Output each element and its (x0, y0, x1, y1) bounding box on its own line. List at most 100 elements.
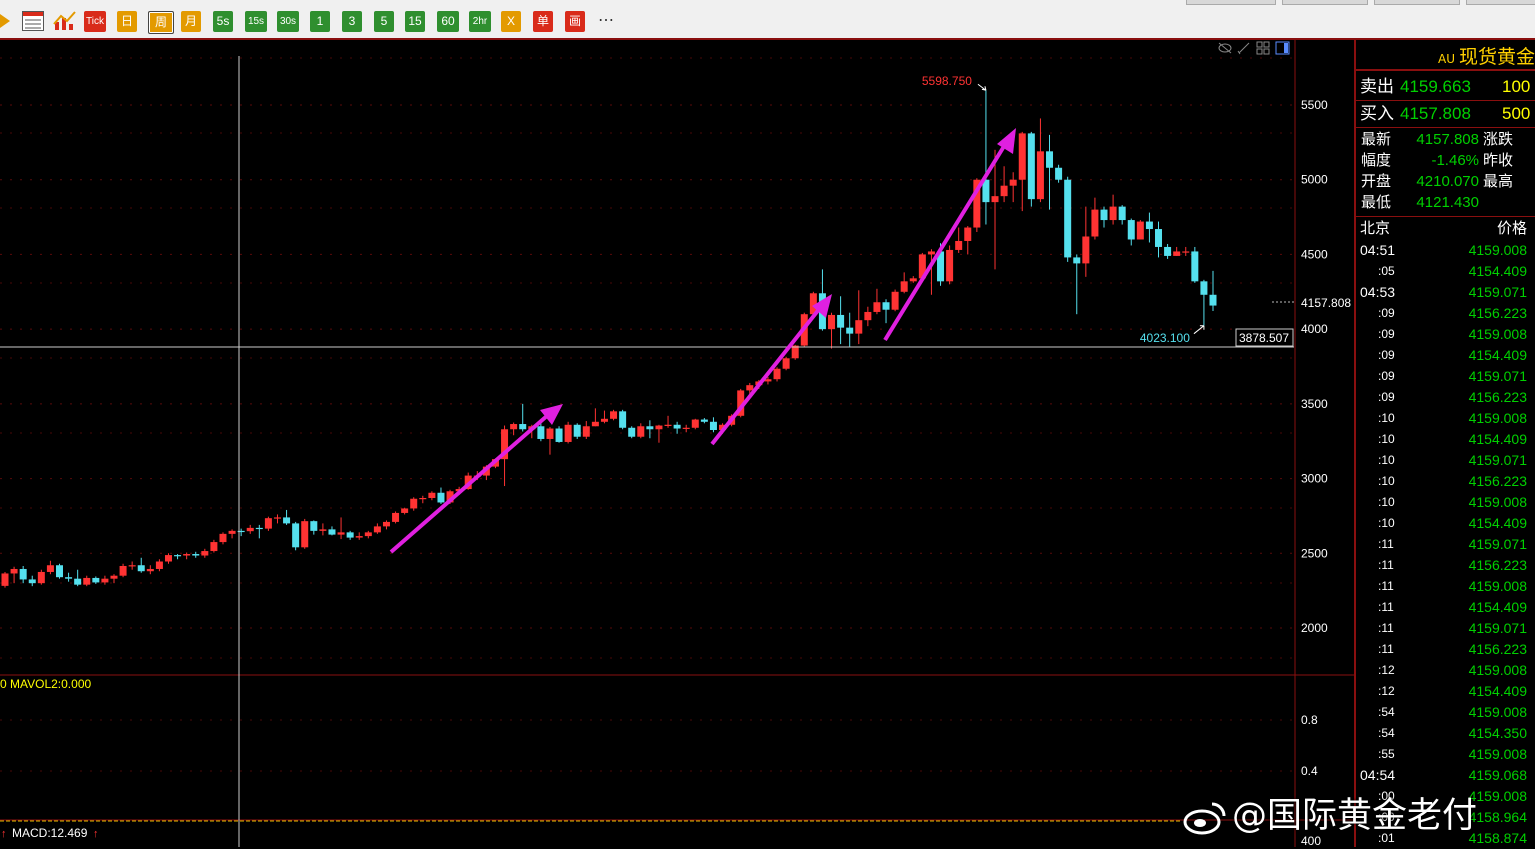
tick-price: 4154.350 (1468, 725, 1527, 741)
period-button-h2[interactable]: 2hr (469, 11, 491, 32)
grid-icon[interactable] (1256, 41, 1270, 55)
candle-body (92, 577, 100, 583)
sell-row[interactable]: 卖出 4159.663 100 (1360, 74, 1530, 100)
period-button-m5[interactable]: 5 (374, 11, 394, 32)
chart-tool-icon[interactable] (0, 12, 12, 30)
candle-body (673, 424, 681, 429)
tick-row[interactable]: :10 4154.409 (1356, 429, 1535, 450)
tick-row[interactable]: :11 4154.409 (1356, 597, 1535, 618)
tick-row[interactable]: :54 4159.008 (1356, 702, 1535, 723)
stat-value: 4210.070 (1416, 173, 1479, 190)
tick-time: :10 (1378, 516, 1395, 530)
period-button-m3[interactable]: 3 (342, 11, 362, 32)
period-button-day[interactable]: 日 (117, 11, 137, 32)
tick-price: 4159.071 (1468, 452, 1527, 468)
trend-chart-icon[interactable] (53, 10, 77, 32)
period-button-m1[interactable]: 1 (310, 11, 330, 32)
period-button-s15[interactable]: 15s (245, 11, 267, 32)
low-pointer (1193, 325, 1205, 335)
stat-label: 昨收 (1483, 151, 1514, 169)
sell-price: 4159.663 (1400, 77, 1471, 96)
stat-value: 4157.808 (1416, 131, 1479, 148)
trend-arrow (710, 294, 832, 446)
period-button-draw[interactable]: 画 (565, 11, 585, 32)
panel-icon[interactable] (1275, 41, 1290, 55)
pencil-icon[interactable] (1237, 42, 1250, 55)
more-options-button[interactable]: ⋯ (598, 10, 615, 30)
candle-body (900, 281, 908, 292)
tick-row[interactable]: 04:51 4159.008 (1356, 240, 1535, 261)
candle-body (1027, 133, 1035, 200)
eye-hide-icon[interactable] (1218, 42, 1232, 54)
candle-body (382, 521, 390, 527)
tick-row[interactable]: :11 4159.008 (1356, 576, 1535, 597)
tick-row[interactable]: :12 4154.409 (1356, 681, 1535, 702)
period-button-week[interactable]: 周 (148, 11, 174, 34)
tick-header: 北京 价格 (1360, 219, 1527, 237)
candle-body (1064, 179, 1072, 258)
tick-row[interactable]: :55 4159.008 (1356, 744, 1535, 765)
tick-row[interactable]: :09 4159.008 (1356, 324, 1535, 345)
tick-row[interactable]: :10 4159.008 (1356, 408, 1535, 429)
tick-row[interactable]: 04:53 4159.071 (1356, 282, 1535, 303)
candle-body (946, 249, 954, 282)
period-button-s5[interactable]: 5s (213, 11, 233, 32)
tick-row[interactable]: :09 4156.223 (1356, 387, 1535, 408)
tick-price: 4159.068 (1468, 767, 1527, 783)
tick-row[interactable]: 04:54 4159.068 (1356, 765, 1535, 786)
tick-row[interactable]: :10 4154.409 (1356, 513, 1535, 534)
tick-price: 4154.409 (1468, 683, 1527, 699)
buy-row[interactable]: 买入 4157.808 500 (1360, 101, 1530, 127)
tick-row[interactable]: :10 4159.071 (1356, 450, 1535, 471)
tick-price: 4156.223 (1468, 473, 1527, 489)
tick-time: :55 (1378, 747, 1395, 761)
period-button-s30[interactable]: 30s (277, 11, 299, 32)
tick-price: 4156.223 (1468, 641, 1527, 657)
candle-body (137, 565, 145, 572)
macd-indicator-label: MACD:12.469 (12, 826, 88, 840)
period-button-m60[interactable]: 60 (437, 11, 459, 32)
tick-price: 4159.008 (1468, 662, 1527, 678)
candle-body (1109, 206, 1117, 221)
period-button-m15[interactable]: 15 (405, 11, 425, 32)
tick-row[interactable]: :10 4156.223 (1356, 471, 1535, 492)
candle-body (119, 565, 127, 576)
tick-row[interactable]: :11 4159.071 (1356, 534, 1535, 555)
tick-price: 4159.008 (1468, 746, 1527, 762)
tick-row[interactable]: :09 4154.409 (1356, 345, 1535, 366)
watermark: @国际黄金老付 (1182, 787, 1477, 838)
toolbar-tab[interactable] (1282, 0, 1368, 5)
candle-body (174, 555, 182, 557)
candle-body (1191, 251, 1199, 282)
tick-time: :09 (1378, 390, 1395, 404)
candle-body (773, 368, 781, 380)
high-price-label: 5598.750 (922, 74, 972, 88)
tick-time: :11 (1378, 558, 1394, 572)
candle-body (228, 530, 236, 534)
candle-body (610, 411, 618, 419)
tick-row[interactable]: :12 4159.008 (1356, 660, 1535, 681)
candle-body (991, 196, 999, 203)
macd-arrow-icon: ↑ (93, 828, 99, 840)
toolbar-tab[interactable] (1186, 0, 1276, 5)
period-button-x[interactable]: X (501, 11, 521, 32)
candle-body (255, 527, 263, 530)
period-button-tick[interactable]: Tick (84, 11, 106, 32)
candle-body (1036, 151, 1044, 200)
tick-row[interactable]: :05 4154.409 (1356, 261, 1535, 282)
period-button-month[interactable]: 月 (181, 11, 201, 32)
tick-row[interactable]: :09 4156.223 (1356, 303, 1535, 324)
period-button-single[interactable]: 单 (533, 11, 553, 32)
tick-row[interactable]: :09 4159.071 (1356, 366, 1535, 387)
table-icon[interactable] (22, 11, 44, 31)
tick-row[interactable]: :54 4154.350 (1356, 723, 1535, 744)
tick-row[interactable]: :11 4159.071 (1356, 618, 1535, 639)
tick-row[interactable]: :11 4156.223 (1356, 639, 1535, 660)
toolbar-tab[interactable] (1374, 0, 1460, 5)
tick-time: :10 (1378, 474, 1395, 488)
tick-row[interactable]: :10 4159.008 (1356, 492, 1535, 513)
high-pointer (977, 83, 987, 91)
toolbar-tab[interactable] (1466, 0, 1535, 5)
tick-row[interactable]: :11 4156.223 (1356, 555, 1535, 576)
kline-chart[interactable]: 2000 2500 3000 3500 4000 4500 5000 5500 0.8 0.4 4… (0, 40, 1354, 847)
